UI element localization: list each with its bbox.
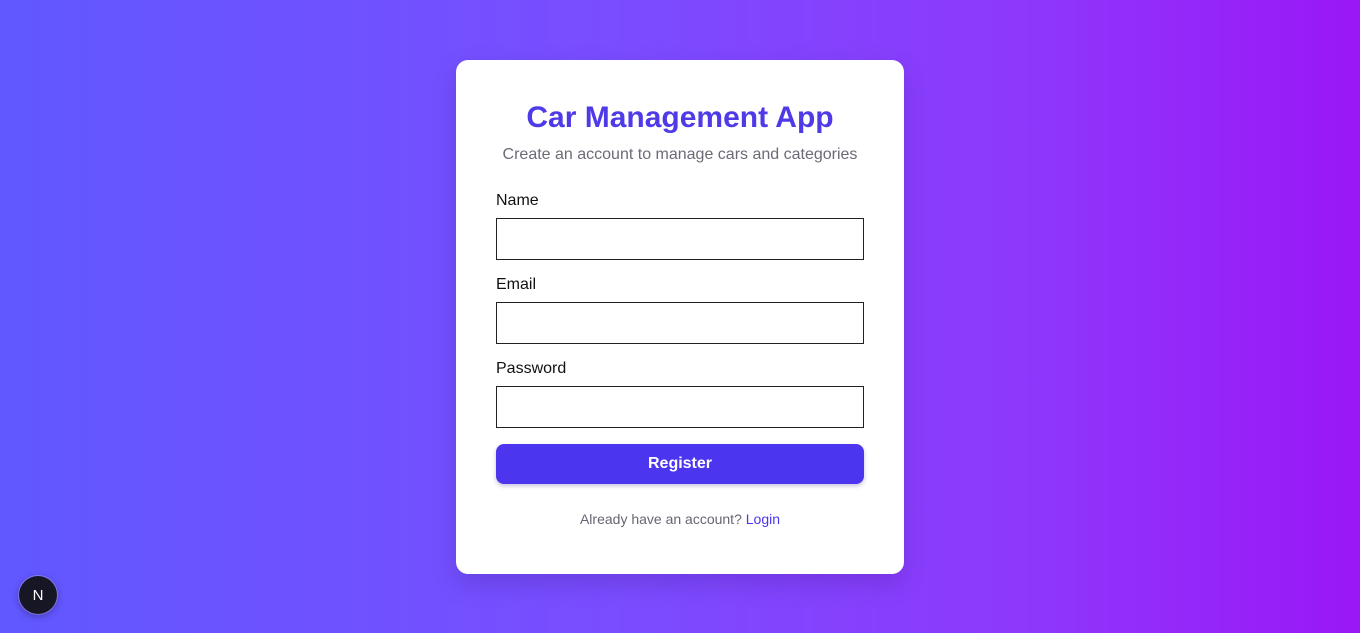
page-subtitle: Create an account to manage cars and cat…: [502, 146, 858, 163]
nextjs-badge-letter: N: [32, 586, 44, 604]
login-prompt-text: Already have an account?: [579, 511, 742, 527]
password-field-group: Password: [496, 360, 864, 428]
register-form: Name Email Password Register: [496, 192, 864, 484]
email-input[interactable]: [496, 302, 864, 344]
page-title: Car Management App: [526, 101, 834, 134]
name-input[interactable]: [496, 218, 864, 260]
email-label: Email: [496, 276, 537, 293]
register-card: Car Management App Create an account to …: [456, 60, 904, 574]
nextjs-logo-icon[interactable]: N: [19, 576, 57, 614]
login-prompt: Already have an account? Login: [496, 510, 864, 528]
login-link[interactable]: Login: [746, 511, 780, 527]
name-label: Name: [496, 192, 539, 209]
password-label: Password: [496, 360, 567, 377]
register-button[interactable]: Register: [496, 444, 864, 484]
password-input[interactable]: [496, 386, 864, 428]
email-field-group: Email: [496, 276, 864, 344]
name-field-group: Name: [496, 192, 864, 260]
